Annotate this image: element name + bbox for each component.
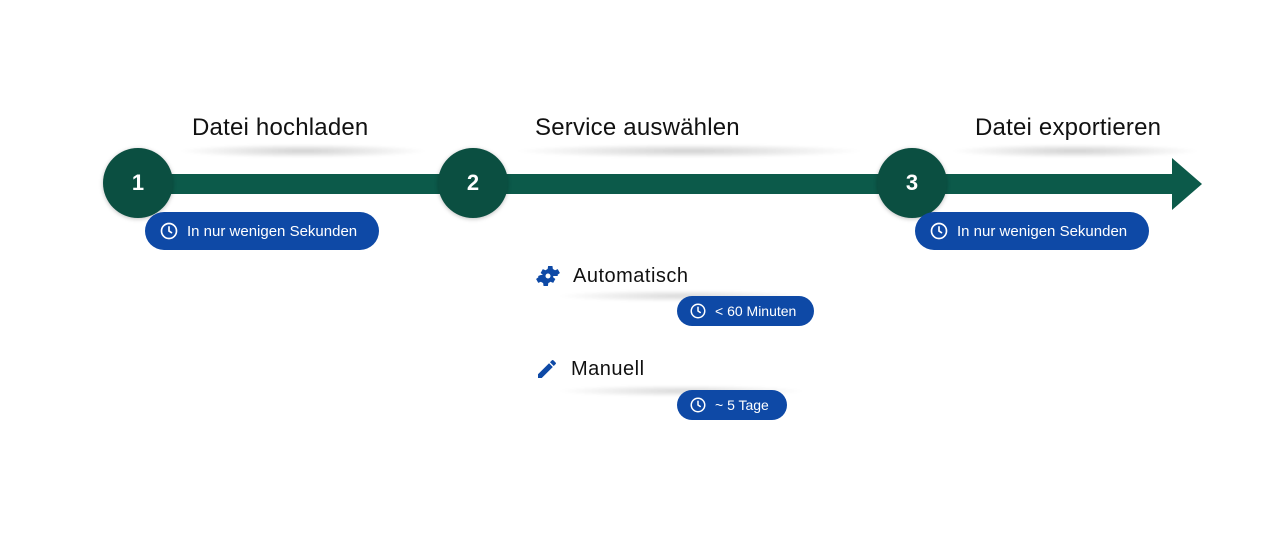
decoration-shadow	[178, 144, 428, 158]
step-number: 3	[906, 170, 918, 196]
step-number: 2	[467, 170, 479, 196]
decoration-shadow	[950, 144, 1200, 158]
step-number: 1	[132, 170, 144, 196]
timeline-bar	[120, 174, 1176, 194]
clock-icon	[689, 396, 707, 414]
pencil-icon	[535, 357, 559, 381]
step-badge-3: In nur wenigen Sekunden	[915, 212, 1149, 250]
step-node-3: 3	[877, 148, 947, 218]
step-node-1: 1	[103, 148, 173, 218]
step-title-2: Service auswählen	[535, 114, 740, 142]
gear-icon	[535, 263, 561, 289]
process-diagram: Datei hochladen 1 In nur wenigen Sekunde…	[0, 0, 1280, 533]
option-automatic: Automatisch	[535, 263, 689, 289]
step-badge-label: In nur wenigen Sekunden	[957, 223, 1127, 240]
option-badge-manual: ~ 5 Tage	[677, 390, 787, 420]
option-manual: Manuell	[535, 357, 645, 381]
clock-icon	[929, 221, 949, 241]
option-time-label: ~ 5 Tage	[715, 397, 769, 413]
timeline-arrowhead	[1172, 158, 1202, 210]
decoration-shadow	[514, 144, 864, 158]
option-label: Automatisch	[573, 265, 689, 288]
option-time-label: < 60 Minuten	[715, 303, 796, 319]
clock-icon	[159, 221, 179, 241]
step-node-2: 2	[438, 148, 508, 218]
step-title-1: Datei hochladen	[192, 114, 368, 142]
step-badge-label: In nur wenigen Sekunden	[187, 223, 357, 240]
step-title-3: Datei exportieren	[975, 114, 1161, 142]
step-badge-1: In nur wenigen Sekunden	[145, 212, 379, 250]
clock-icon	[689, 302, 707, 320]
option-badge-automatic: < 60 Minuten	[677, 296, 814, 326]
option-label: Manuell	[571, 358, 645, 381]
